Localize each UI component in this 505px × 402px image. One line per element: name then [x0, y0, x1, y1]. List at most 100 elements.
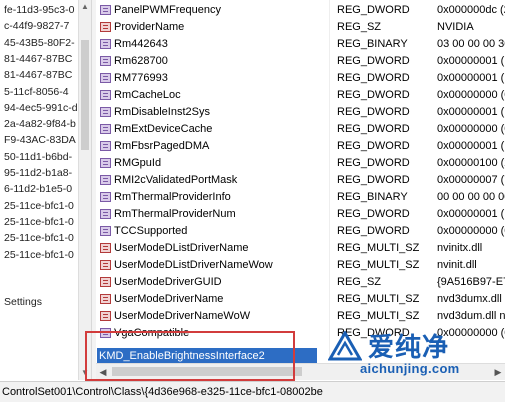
value-name: UserModeDriverGUID	[114, 276, 222, 288]
scroll-up-arrow-icon[interactable]: ▲	[79, 0, 91, 14]
tree-key-item[interactable]: c-44f9-9827-7	[4, 18, 69, 35]
registry-value-row[interactable]: RMI2cValidatedPortMask REG_DWORD 0x0000000…	[96, 172, 505, 189]
tree-key-settings[interactable]: Settings	[4, 294, 42, 311]
registry-values-list[interactable]: PanelPWMFrequency REG_DWORD 0x000000dc (2 P…	[96, 0, 505, 360]
value-data: {9A516B97-E7	[437, 276, 505, 288]
binary-value-icon	[100, 141, 111, 151]
registry-value-row[interactable]: UserModeDriverNameWoW REG_MULTI_SZ nvd3dum…	[96, 308, 505, 325]
registry-value-row[interactable]: UserModeDriverName REG_MULTI_SZ nvd3dumx.d…	[96, 291, 505, 308]
tree-key-item[interactable]: 81-4467-87BC	[4, 67, 72, 84]
value-type: REG_DWORD	[337, 123, 410, 135]
tree-key-item[interactable]: 5-11cf-8056-4	[4, 84, 69, 101]
string-value-icon	[100, 22, 111, 32]
tree-key-item[interactable]: fe-11d3-95c3-0	[4, 2, 74, 19]
tree-key-item[interactable]: 2a-4a82-9f84-b	[4, 116, 76, 133]
string-value-icon	[100, 260, 111, 270]
binary-value-icon	[100, 175, 111, 185]
registry-value-row[interactable]: TCCSupported REG_DWORD 0x00000000 (0	[96, 223, 505, 240]
registry-value-row[interactable]: RmFbsrPagedDMA REG_DWORD 0x00000001 (1	[96, 138, 505, 155]
tree-key-item[interactable]: 45-43B5-80F2-	[4, 35, 75, 52]
tree-key-item[interactable]: 95-11d2-b1a8-	[4, 165, 72, 182]
tree-key-item[interactable]: 50-11d1-b6bd-	[4, 149, 72, 166]
registry-value-row[interactable]: PanelPWMFrequency REG_DWORD 0x000000dc (2	[96, 2, 505, 19]
watermark-title: 爱纯净	[368, 333, 450, 363]
value-data: nvinitx.dll	[437, 242, 483, 254]
registry-value-row[interactable]: RmDisableInst2Sys REG_DWORD 0x00000001 (1	[96, 104, 505, 121]
registry-value-row[interactable]: RmThermalProviderNum REG_DWORD 0x00000001 …	[96, 206, 505, 223]
value-type: REG_MULTI_SZ	[337, 310, 420, 322]
value-type: REG_DWORD	[337, 55, 410, 67]
value-type: REG_SZ	[337, 21, 382, 33]
value-name: RmThermalProviderInfo	[114, 191, 231, 203]
value-name: RMI2cValidatedPortMask	[114, 174, 238, 186]
status-path-text: ControlSet001\Control\Class\{4d36e968-e3…	[2, 386, 323, 398]
registry-value-row[interactable]: UserModeDriverGUID REG_SZ {9A516B97-E7	[96, 274, 505, 291]
value-type: REG_MULTI_SZ	[337, 293, 420, 305]
tree-key-item[interactable]: 25-11ce-bfc1-0	[4, 214, 74, 231]
registry-value-row[interactable]: Rm442643 REG_BINARY 03 00 00 00 30	[96, 36, 505, 53]
registry-value-row[interactable]: RM776993 REG_DWORD 0x00000001 (1	[96, 70, 505, 87]
value-name: RmThermalProviderNum	[114, 208, 236, 220]
value-data: NVIDIA	[437, 21, 474, 33]
registry-value-row[interactable]: RmCacheLoc REG_DWORD 0x00000000 (0	[96, 87, 505, 104]
value-data: 0x00000000 (0	[437, 123, 505, 135]
value-data: 0x00000100 (2	[437, 157, 505, 169]
value-name: RmDisableInst2Sys	[114, 106, 210, 118]
value-name: Rm442643	[114, 38, 168, 50]
highlight-box	[85, 331, 295, 381]
tree-key-item[interactable]: F9-43AC-83DA	[4, 132, 76, 149]
registry-value-row[interactable]: RmExtDeviceCache REG_DWORD 0x00000000 (0	[96, 121, 505, 138]
value-name: RMGpuId	[114, 157, 162, 169]
binary-value-icon	[100, 5, 111, 15]
tree-key-item[interactable]: 94-4ec5-991c-d	[4, 100, 78, 117]
tree-key-item[interactable]: 6-11d2-b1e5-0	[4, 181, 72, 198]
binary-value-icon	[100, 90, 111, 100]
value-data: 00 00 00 00 00	[437, 191, 505, 203]
value-data: 0x00000001 (1	[437, 208, 505, 220]
value-type: REG_DWORD	[337, 225, 410, 237]
value-data: 0x00000000 (0	[437, 89, 505, 101]
binary-value-icon	[100, 39, 111, 49]
tree-scroll-thumb[interactable]	[81, 40, 89, 150]
value-data: 0x00000001 (1	[437, 55, 505, 67]
tree-key-item[interactable]: 25-11ce-bfc1-0	[4, 230, 74, 247]
binary-value-icon	[100, 226, 111, 236]
registry-key-tree[interactable]: fe-11d3-95c3-0 c-44f9-9827-7 45-43B5-80F2-…	[0, 0, 78, 380]
registry-value-row[interactable]: RmThermalProviderInfo REG_BINARY 00 00 00 …	[96, 189, 505, 206]
value-name: UserModeDListDriverNameWow	[114, 259, 273, 271]
binary-value-icon	[100, 209, 111, 219]
value-name: PanelPWMFrequency	[114, 4, 221, 16]
value-data: 03 00 00 00 30	[437, 38, 505, 50]
string-value-icon	[100, 294, 111, 304]
value-type: REG_DWORD	[337, 106, 410, 118]
value-type: REG_BINARY	[337, 191, 408, 203]
status-bar-path: ControlSet001\Control\Class\{4d36e968-e3…	[0, 381, 505, 402]
value-type: REG_SZ	[337, 276, 382, 288]
value-type: REG_DWORD	[337, 157, 410, 169]
value-data: nvd3dumx.dll	[437, 293, 502, 305]
value-name: RmExtDeviceCache	[114, 123, 213, 135]
registry-value-row[interactable]: Rm628700 REG_DWORD 0x00000001 (1	[96, 53, 505, 70]
value-type: REG_DWORD	[337, 72, 410, 84]
registry-value-row[interactable]: UserModeDListDriverName REG_MULTI_SZ nvini…	[96, 240, 505, 257]
value-data: 0x00000000 (0	[437, 225, 505, 237]
binary-value-icon	[100, 107, 111, 117]
value-name: UserModeDriverName	[114, 293, 224, 305]
tree-key-item[interactable]: 81-4467-87BC	[4, 51, 72, 68]
string-value-icon	[100, 311, 111, 321]
watermark: 爱纯净 aichunjing.com	[318, 325, 505, 381]
tree-key-item[interactable]: 25-11ce-bfc1-0	[4, 198, 74, 215]
registry-value-row[interactable]: UserModeDListDriverNameWow REG_MULTI_SZ nv…	[96, 257, 505, 274]
value-type: REG_BINARY	[337, 38, 408, 50]
tree-vertical-scrollbar[interactable]: ▲ ▼	[78, 0, 91, 380]
tree-key-item[interactable]: 25-11ce-bfc1-0	[4, 247, 74, 264]
value-type: REG_MULTI_SZ	[337, 259, 420, 271]
value-data: 0x00000001 (1	[437, 106, 505, 118]
registry-value-row[interactable]: RMGpuId REG_DWORD 0x00000100 (2	[96, 155, 505, 172]
value-data: 0x000000dc (2	[437, 4, 505, 16]
watermark-logo-icon	[328, 331, 362, 361]
registry-value-row[interactable]: ProviderName REG_SZ NVIDIA	[96, 19, 505, 36]
string-value-icon	[100, 277, 111, 287]
value-data: 0x00000001 (1	[437, 72, 505, 84]
binary-value-icon	[100, 192, 111, 202]
